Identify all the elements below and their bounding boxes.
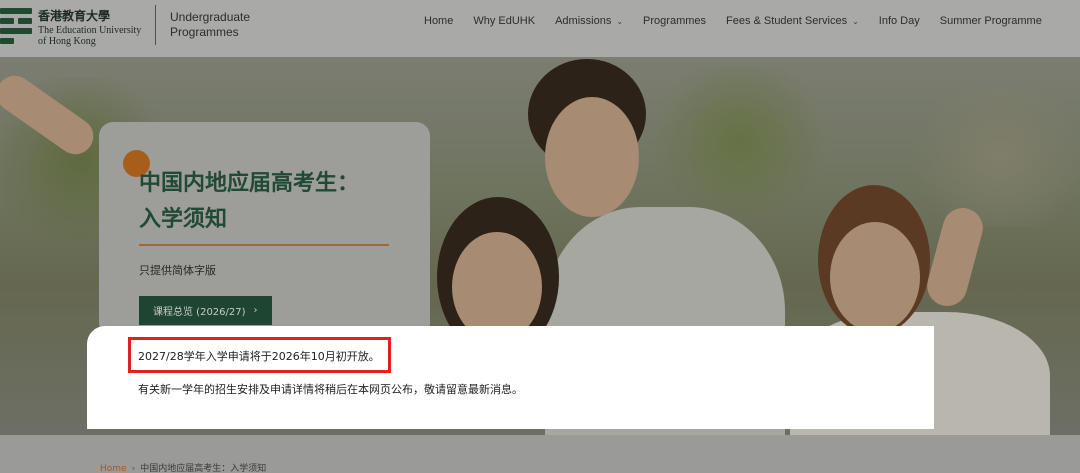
nav-programmes[interactable]: Programmes	[643, 15, 706, 27]
logo-chinese-name: 香港教育大學	[38, 9, 111, 23]
language-note: 只提供简体字版	[139, 264, 216, 277]
eduhk-logo[interactable]: 香港教育大學 The Education University of Hong …	[0, 3, 150, 49]
eduhk-emblem-icon	[0, 8, 32, 44]
programme-overview-button[interactable]: 课程总览 (2026/27) ›	[139, 296, 272, 325]
nav-info-day[interactable]: Info Day	[879, 15, 920, 27]
breadcrumb-home-link[interactable]: Home	[100, 464, 127, 473]
nav-home-label: Home	[424, 15, 454, 27]
nav-programmes-label: Programmes	[643, 15, 707, 27]
breadcrumb: Home › 中国内地应届高考生：入学须知	[100, 461, 266, 473]
site-name-line1: Undergraduate	[170, 10, 251, 24]
programme-overview-button-label: 课程总览 (2026/27)	[153, 307, 246, 318]
nav-why-eduhk-label: Why EdUHK	[473, 15, 536, 27]
site-name[interactable]: Undergraduate Programmes	[170, 10, 250, 40]
top-navigation-bar: 香港教育大學 The Education University of Hong …	[0, 0, 1080, 57]
chevron-down-icon: ⌄	[852, 16, 859, 26]
nav-admissions-label: Admissions	[555, 15, 612, 27]
logo-english-name-line1: The Education University	[38, 25, 142, 36]
hero-foliage	[640, 67, 840, 217]
breadcrumb-separator-icon: ›	[131, 464, 136, 473]
page-title-line1: 中国内地应届高考生：	[139, 171, 360, 196]
nav-fees-label: Fees & Student Services	[726, 15, 848, 27]
site-name-line2: Programmes	[170, 25, 239, 39]
logo-english-name-line2: of Hong Kong	[38, 36, 96, 47]
nav-summer-programme[interactable]: Summer Programme	[940, 15, 1042, 27]
notice-detail: 有关新一学年的招生安排及申请详情将稍后在本网页公布，敬请留意最新消息。	[138, 383, 523, 396]
nav-admissions[interactable]: Admissions ⌄	[555, 15, 623, 27]
nav-why-eduhk[interactable]: Why EdUHK	[473, 15, 535, 27]
breadcrumb-current: 中国内地应届高考生：入学须知	[140, 464, 267, 473]
main-nav: Home Why EdUHK Admissions ⌄ Programmes Fe…	[424, 15, 1042, 27]
page-title-line2: 入学须知	[139, 207, 228, 232]
admission-info-card: 中国内地应届高考生： 入学须知 只提供简体字版 课程总览 (2026/27) ›	[99, 122, 430, 337]
chevron-right-icon: ›	[253, 305, 258, 316]
page-title: 中国内地应届高考生： 入学须知	[139, 166, 399, 238]
admission-notice-popup: 2027/28学年入学申请将于2026年10月初开放。 有关新一学年的招生安排及…	[87, 326, 934, 429]
notice-headline: 2027/28学年入学申请将于2026年10月初开放。	[138, 350, 380, 363]
chevron-down-icon: ⌄	[616, 16, 624, 26]
nav-fees-student-services[interactable]: Fees & Student Services ⌄	[726, 15, 859, 27]
hero-foliage	[900, 87, 1080, 227]
nav-info-day-label: Info Day	[878, 15, 920, 27]
nav-home[interactable]: Home	[424, 15, 453, 27]
logo-divider	[155, 5, 156, 45]
title-underline	[139, 244, 389, 246]
nav-summer-programme-label: Summer Programme	[939, 15, 1042, 27]
